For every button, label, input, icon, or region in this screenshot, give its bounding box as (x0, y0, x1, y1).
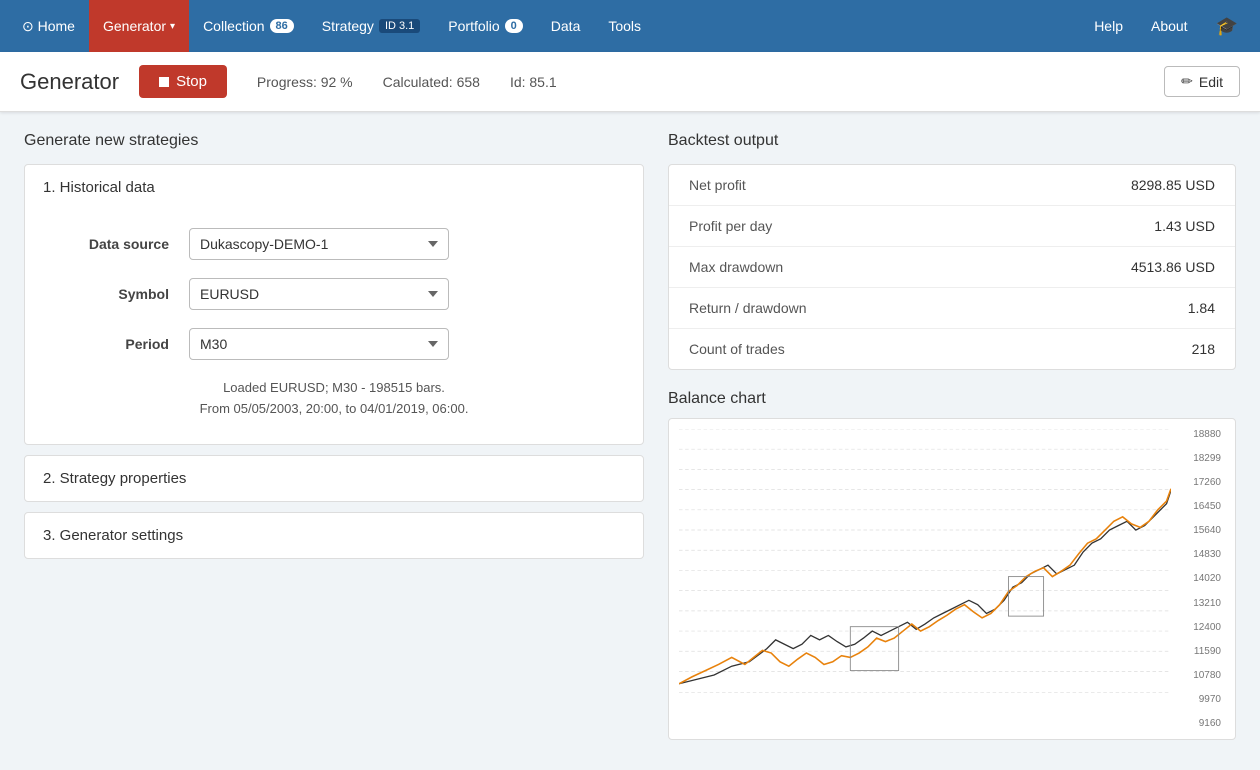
stop-square-icon (159, 77, 169, 87)
metric-name: Net profit (689, 177, 1131, 193)
chart-y-labels: 18880 18299 17260 16450 15640 14830 1402… (1175, 429, 1225, 729)
loaded-line1: Loaded EURUSD; M30 - 198515 bars. (49, 378, 619, 399)
nav-strategy-label: Strategy (322, 18, 374, 34)
symbol-label: Symbol (49, 286, 189, 302)
period-select[interactable]: M30 (189, 328, 449, 360)
right-panel: Backtest output Net profit 8298.85 USD P… (668, 132, 1236, 740)
nav-tools-label: Tools (608, 18, 641, 34)
left-panel: Generate new strategies 1. Historical da… (24, 132, 644, 740)
metric-row: Max drawdown 4513.86 USD (669, 247, 1235, 288)
nav-tools[interactable]: Tools (594, 0, 655, 52)
nav-data-label: Data (551, 18, 581, 34)
nav-about-label: About (1151, 18, 1188, 34)
page-title: Generator (20, 69, 119, 95)
generator-settings-header[interactable]: 3. Generator settings (25, 513, 643, 558)
generator-settings-card: 3. Generator settings (24, 512, 644, 559)
edit-label: Edit (1199, 74, 1223, 90)
metric-name: Return / drawdown (689, 300, 1188, 316)
chart-title: Balance chart (668, 390, 1236, 408)
grad-cap-icon[interactable]: 🎓 (1202, 16, 1252, 37)
metric-value: 8298.85 USD (1131, 177, 1215, 193)
balance-chart-svg (679, 429, 1171, 693)
nav-collection[interactable]: Collection 86 (189, 0, 308, 52)
chevron-down-icon: ▾ (170, 21, 175, 32)
nav-data[interactable]: Data (537, 0, 595, 52)
toolbar-info: Progress: 92 % Calculated: 658 Id: 85.1 (257, 74, 557, 90)
period-label: Period (49, 336, 189, 352)
data-source-select[interactable]: Dukascopy-DEMO-1 (189, 228, 449, 260)
metric-row: Return / drawdown 1.84 (669, 288, 1235, 329)
edit-button[interactable]: ✏ Edit (1164, 66, 1240, 97)
nav-portfolio[interactable]: Portfolio 0 (434, 0, 536, 52)
stop-button[interactable]: Stop (139, 65, 227, 98)
metric-row: Profit per day 1.43 USD (669, 206, 1235, 247)
data-source-row: Data source Dukascopy-DEMO-1 (49, 228, 619, 260)
chart-area: 18880 18299 17260 16450 15640 14830 1402… (679, 429, 1225, 729)
main-content: Generate new strategies 1. Historical da… (0, 112, 1260, 760)
metric-value: 4513.86 USD (1131, 259, 1215, 275)
historical-data-card: 1. Historical data Data source Dukascopy… (24, 164, 644, 445)
metrics-card: Net profit 8298.85 USD Profit per day 1.… (668, 164, 1236, 370)
navbar: ⊙ Home Generator ▾ Collection 86 Strateg… (0, 0, 1260, 52)
loaded-line2: From 05/05/2003, 20:00, to 04/01/2019, 0… (49, 399, 619, 420)
nav-collection-label: Collection (203, 18, 264, 34)
loaded-info: Loaded EURUSD; M30 - 198515 bars. From 0… (49, 378, 619, 420)
metric-name: Max drawdown (689, 259, 1131, 275)
metric-name: Count of trades (689, 341, 1192, 357)
nav-generator-label: Generator (103, 18, 166, 34)
symbol-row: Symbol EURUSD (49, 278, 619, 310)
progress-text: Progress: 92 % (257, 74, 353, 90)
historical-data-header[interactable]: 1. Historical data (25, 165, 643, 210)
metric-value: 218 (1192, 341, 1215, 357)
section-title: Generate new strategies (24, 132, 644, 150)
historical-data-body: Data source Dukascopy-DEMO-1 Symbol EURU… (25, 210, 643, 444)
nav-help[interactable]: Help (1080, 0, 1137, 52)
toolbar: Generator Stop Progress: 92 % Calculated… (0, 52, 1260, 112)
stop-label: Stop (176, 73, 207, 90)
nav-portfolio-label: Portfolio (448, 18, 499, 34)
chart-container: 18880 18299 17260 16450 15640 14830 1402… (668, 418, 1236, 740)
period-row: Period M30 (49, 328, 619, 360)
nav-generator[interactable]: Generator ▾ (89, 0, 189, 52)
nav-strategy[interactable]: Strategy ID 3.1 (308, 0, 435, 52)
metric-row: Count of trades 218 (669, 329, 1235, 369)
metric-name: Profit per day (689, 218, 1154, 234)
nav-home[interactable]: ⊙ Home (8, 0, 89, 52)
data-source-label: Data source (49, 236, 189, 252)
strategy-properties-card: 2. Strategy properties (24, 455, 644, 502)
strategy-id-badge: ID 3.1 (379, 19, 420, 33)
backtest-title: Backtest output (668, 132, 1236, 150)
nav-home-label: Home (38, 18, 75, 34)
collection-badge: 86 (270, 19, 294, 33)
id-text: Id: 85.1 (510, 74, 557, 90)
calculated-text: Calculated: 658 (383, 74, 480, 90)
metric-value: 1.43 USD (1154, 218, 1215, 234)
metric-row: Net profit 8298.85 USD (669, 165, 1235, 206)
metric-value: 1.84 (1188, 300, 1215, 316)
portfolio-badge: 0 (505, 19, 523, 33)
home-icon: ⊙ (22, 18, 34, 35)
nav-about[interactable]: About (1137, 0, 1202, 52)
pencil-icon: ✏ (1181, 73, 1193, 90)
nav-help-label: Help (1094, 18, 1123, 34)
strategy-properties-header[interactable]: 2. Strategy properties (25, 456, 643, 501)
symbol-select[interactable]: EURUSD (189, 278, 449, 310)
